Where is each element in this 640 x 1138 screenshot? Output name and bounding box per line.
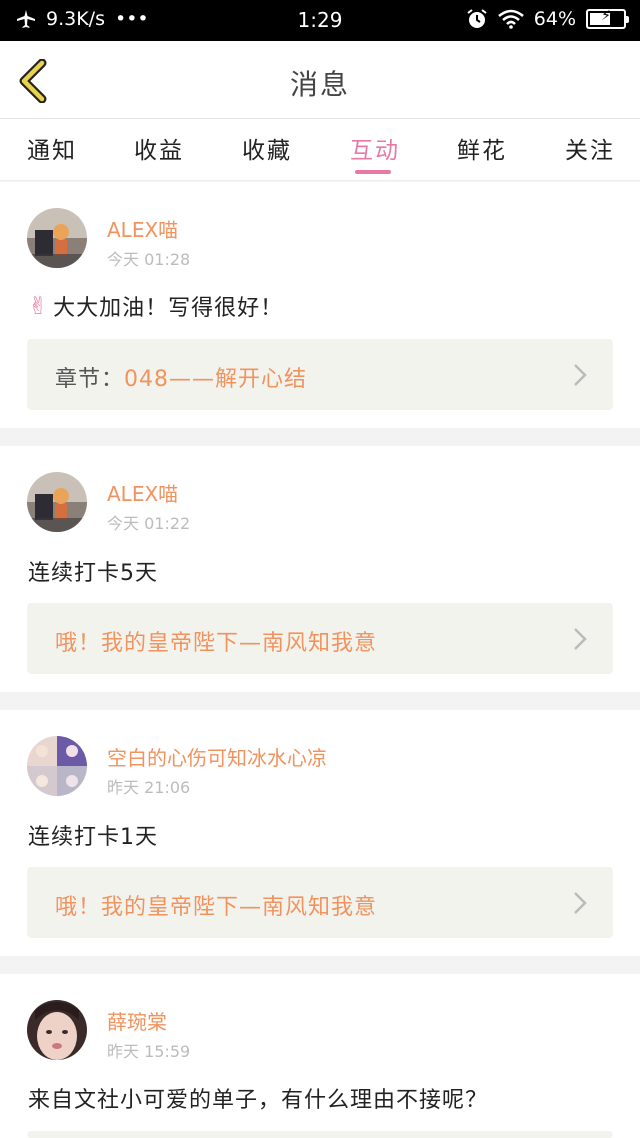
message-card: 薛琬棠 昨天 15:59 来自文社小可爱的单子，有什么理由不接呢？ bbox=[0, 974, 640, 1138]
alarm-icon bbox=[467, 9, 487, 28]
message-content: 大大加油！写得很好！ bbox=[53, 296, 284, 321]
avatar[interactable] bbox=[27, 736, 87, 796]
post-time: 昨天 21:06 bbox=[107, 778, 191, 797]
header: 消息 bbox=[0, 41, 640, 119]
avatar[interactable] bbox=[27, 208, 87, 268]
book-title: 哦！我的皇帝陛下—南风知我意 bbox=[55, 895, 378, 920]
book-title: 哦！我的皇帝陛下—南风知我意 bbox=[55, 631, 378, 656]
victory-hand-icon: ✌ bbox=[28, 292, 50, 320]
book-link[interactable]: 哦！我的皇帝陛下—南风知我意 bbox=[27, 603, 613, 674]
user-name[interactable]: ALEX喵 bbox=[107, 214, 178, 243]
message-text: 来自文社小可爱的单子，有什么理由不接呢？ bbox=[28, 1088, 489, 1113]
tab-flowers[interactable]: 鲜花 bbox=[457, 131, 507, 165]
post-time: 今天 01:22 bbox=[107, 514, 191, 533]
avatar[interactable] bbox=[27, 472, 87, 532]
link-box-partial[interactable] bbox=[27, 1131, 613, 1138]
active-tab-indicator bbox=[355, 170, 391, 174]
chevron-right-icon bbox=[574, 364, 587, 386]
message-text: ✌ 大大加油！写得很好！ bbox=[28, 290, 283, 322]
avatar-image bbox=[27, 736, 87, 796]
chevron-right-icon bbox=[574, 892, 587, 914]
battery-percent: 64% bbox=[533, 8, 576, 30]
chapter-title: 048——解开心结 bbox=[124, 367, 308, 392]
avatar-image bbox=[27, 208, 87, 268]
tab-interaction[interactable]: 互动 bbox=[350, 131, 400, 165]
chevron-right-icon bbox=[574, 628, 587, 650]
status-bar: 9.3K/s ••• 1:29 64% ⚡ bbox=[0, 0, 640, 41]
post-time: 今天 01:28 bbox=[107, 250, 191, 269]
charging-icon: ⚡ bbox=[601, 8, 611, 24]
message-text: 连续打卡5天 bbox=[28, 561, 158, 586]
user-name[interactable]: ALEX喵 bbox=[107, 478, 178, 507]
chapter-link[interactable]: 章节：048——解开心结 bbox=[27, 339, 613, 410]
wifi-icon bbox=[497, 9, 524, 29]
message-card: 空白的心伤可知冰水心凉 昨天 21:06 连续打卡1天 哦！我的皇帝陛下—南风知… bbox=[0, 710, 640, 956]
chapter-link-text: 章节：048——解开心结 bbox=[55, 361, 307, 393]
avatar[interactable] bbox=[27, 1000, 87, 1060]
avatar-image bbox=[27, 472, 87, 532]
tab-bar: 通知 收益 收藏 互动 鲜花 关注 bbox=[0, 119, 640, 181]
tab-notifications[interactable]: 通知 bbox=[27, 131, 77, 165]
message-card: ALEX喵 今天 01:22 连续打卡5天 哦！我的皇帝陛下—南风知我意 bbox=[0, 446, 640, 692]
status-right: 64% ⚡ bbox=[466, 8, 629, 30]
message-card: ALEX喵 今天 01:28 ✌ 大大加油！写得很好！ 章节：048——解开心结 bbox=[0, 182, 640, 428]
user-name[interactable]: 空白的心伤可知冰水心凉 bbox=[107, 742, 327, 771]
chapter-prefix: 章节： bbox=[55, 367, 125, 392]
tab-earnings[interactable]: 收益 bbox=[134, 131, 184, 165]
page-title: 消息 bbox=[289, 68, 350, 101]
tab-favorites[interactable]: 收藏 bbox=[242, 131, 292, 165]
battery-icon: ⚡ bbox=[586, 8, 629, 29]
post-time: 昨天 15:59 bbox=[107, 1042, 191, 1061]
user-name[interactable]: 薛琬棠 bbox=[107, 1006, 167, 1035]
avatar-image bbox=[27, 1000, 87, 1060]
message-text: 连续打卡1天 bbox=[28, 825, 158, 850]
book-link[interactable]: 哦！我的皇帝陛下—南风知我意 bbox=[27, 867, 613, 938]
tab-follow[interactable]: 关注 bbox=[565, 131, 615, 165]
